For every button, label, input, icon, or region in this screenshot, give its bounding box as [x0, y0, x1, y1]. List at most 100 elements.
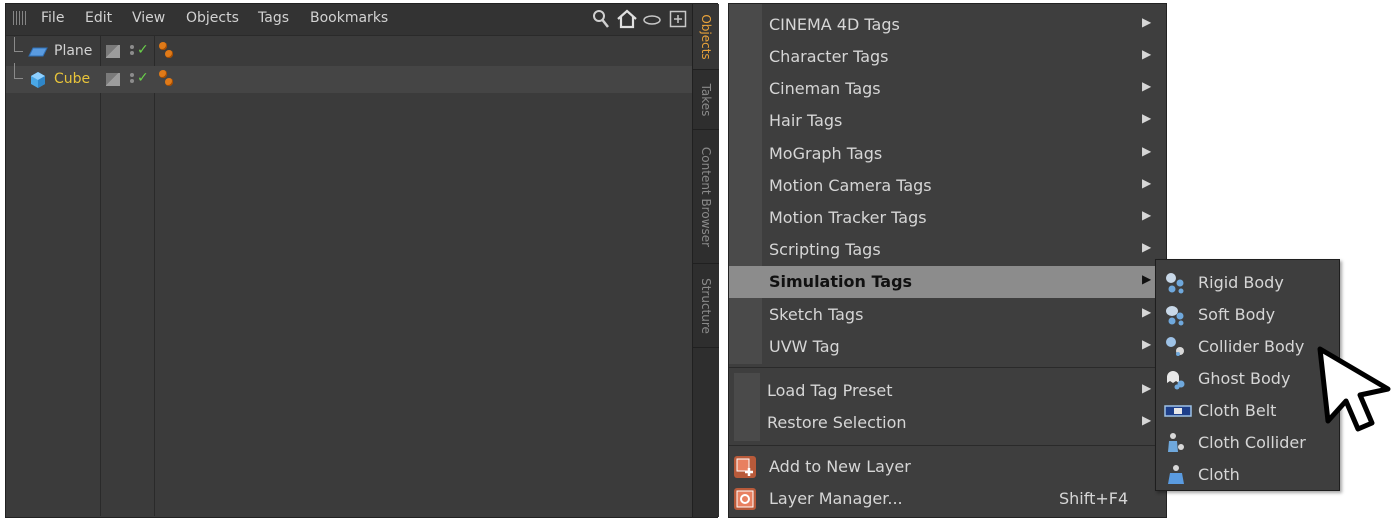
menu-item-load-tag-preset[interactable]: Load Tag Preset ▶ — [729, 375, 1166, 407]
menu-tags[interactable]: Tags — [258, 10, 289, 26]
menu-item-label: Character Tags — [769, 47, 889, 66]
submenu-arrow-icon: ▶ — [1142, 208, 1152, 222]
menu-item-label: Add to New Layer — [769, 457, 911, 476]
material-tag-icon[interactable] — [159, 70, 167, 78]
rigid-body-icon — [1164, 271, 1188, 295]
submenu-arrow-icon: ▶ — [1142, 15, 1152, 29]
menu-item-add-to-new-layer[interactable]: Add to New Layer — [729, 451, 1166, 483]
menu-item-label: Scripting Tags — [769, 240, 881, 259]
menu-item-label: Sketch Tags — [769, 305, 864, 324]
menu-item-label: Motion Camera Tags — [769, 176, 932, 195]
search-icon[interactable] — [592, 9, 610, 33]
tags-context-menu: CINEMA 4D Tags ▶ Character Tags ▶ Cineman … — [728, 3, 1167, 518]
submenu-arrow-icon: ▶ — [1142, 381, 1152, 395]
tree-line — [14, 63, 23, 79]
tab-content-browser-label: Content Browser — [699, 146, 713, 247]
ghost-body-icon — [1164, 367, 1188, 391]
menu-edit[interactable]: Edit — [85, 10, 112, 26]
vertical-tab-bar: Objects Takes Content Browser Structure — [692, 4, 719, 517]
menu-item-cineman-tags[interactable]: Cineman Tags ▶ — [729, 73, 1166, 105]
menu-file[interactable]: File — [41, 10, 64, 26]
object-row-cube[interactable]: Cube ✓ — [6, 63, 692, 93]
layer-toggle-icon[interactable] — [106, 45, 120, 58]
submenu-item-cloth-belt[interactable]: Cloth Belt — [1156, 395, 1339, 427]
menu-view[interactable]: View — [132, 10, 165, 26]
cloth-belt-icon — [1164, 399, 1192, 423]
submenu-item-label: Cloth — [1198, 465, 1240, 484]
submenu-item-collider-body[interactable]: Collider Body — [1156, 331, 1339, 363]
simulation-tags-submenu: Rigid Body Soft Body Collider Body Ghost… — [1155, 259, 1340, 491]
submenu-arrow-icon: ▶ — [1142, 272, 1152, 286]
submenu-item-rigid-body[interactable]: Rigid Body — [1156, 267, 1339, 299]
menu-item-label: MoGraph Tags — [769, 144, 883, 163]
menu-item-layer-manager[interactable]: Layer Manager... Shift+F4 — [729, 483, 1166, 515]
home-icon[interactable] — [616, 9, 638, 33]
enabled-check-icon[interactable]: ✓ — [137, 42, 149, 58]
menu-item-restore-selection[interactable]: Restore Selection ▶ — [729, 407, 1166, 439]
menu-item-motion-tracker-tags[interactable]: Motion Tracker Tags ▶ — [729, 202, 1166, 234]
object-list: Plane ✓ Cube ✓ — [6, 36, 692, 516]
submenu-item-soft-body[interactable]: Soft Body — [1156, 299, 1339, 331]
submenu-item-label: Cloth Belt — [1198, 401, 1277, 420]
menu-item-label: Hair Tags — [769, 111, 843, 130]
enabled-check-icon[interactable]: ✓ — [137, 70, 149, 86]
material-tag-icon[interactable] — [165, 50, 173, 58]
new-window-icon[interactable] — [669, 9, 687, 33]
material-tag-icon[interactable] — [159, 42, 167, 50]
tab-takes[interactable]: Takes — [693, 70, 719, 130]
visibility-dots-icon[interactable] — [130, 45, 134, 57]
submenu-item-label: Cloth Collider — [1198, 433, 1306, 452]
menu-item-character-tags[interactable]: Character Tags ▶ — [729, 41, 1166, 73]
layer-manager-icon — [734, 488, 756, 510]
submenu-item-label: Collider Body — [1198, 337, 1305, 356]
object-name-plane[interactable]: Plane — [54, 43, 92, 59]
plane-icon — [28, 44, 48, 63]
panel-grip-icon[interactable] — [13, 11, 27, 25]
menu-item-sketch-tags[interactable]: Sketch Tags ▶ — [729, 299, 1166, 331]
menu-item-mograph-tags[interactable]: MoGraph Tags ▶ — [729, 138, 1166, 170]
menu-bookmarks[interactable]: Bookmarks — [310, 10, 388, 26]
menu-separator — [729, 367, 1166, 368]
submenu-arrow-icon: ▶ — [1142, 305, 1152, 319]
menu-item-scripting-tags[interactable]: Scripting Tags ▶ — [729, 234, 1166, 266]
tab-objects-label: Objects — [699, 13, 713, 60]
menu-item-hair-tags[interactable]: Hair Tags ▶ — [729, 105, 1166, 137]
menu-item-cinema4d-tags[interactable]: CINEMA 4D Tags ▶ — [729, 9, 1166, 41]
visibility-dots-icon[interactable] — [130, 73, 134, 85]
shortcut-label: Shift+F4 — [1059, 489, 1129, 508]
cloth-collider-icon — [1164, 431, 1188, 455]
menu-item-label: UVW Tag — [769, 337, 840, 356]
menu-separator — [729, 445, 1166, 446]
cube-icon — [29, 71, 47, 93]
view-icon[interactable] — [643, 9, 661, 33]
submenu-arrow-icon: ▶ — [1142, 79, 1152, 93]
submenu-item-label: Rigid Body — [1198, 273, 1284, 292]
menu-item-uvw-tag[interactable]: UVW Tag ▶ — [729, 331, 1166, 363]
object-name-cube[interactable]: Cube — [54, 71, 90, 87]
menu-item-label: Motion Tracker Tags — [769, 208, 927, 227]
tab-structure-label: Structure — [699, 277, 713, 334]
collider-body-icon — [1164, 335, 1188, 359]
submenu-item-cloth-collider[interactable]: Cloth Collider — [1156, 427, 1339, 459]
layer-toggle-icon[interactable] — [106, 73, 120, 86]
tab-objects[interactable]: Objects — [693, 4, 719, 70]
menu-item-label: Restore Selection — [767, 413, 907, 432]
soft-body-icon — [1164, 303, 1188, 327]
menu-objects[interactable]: Objects — [186, 10, 239, 26]
menu-item-label: Simulation Tags — [769, 272, 913, 291]
tab-content-browser[interactable]: Content Browser — [693, 130, 719, 264]
submenu-item-ghost-body[interactable]: Ghost Body — [1156, 363, 1339, 395]
submenu-arrow-icon: ▶ — [1142, 111, 1152, 125]
material-tag-icon[interactable] — [165, 78, 173, 86]
submenu-item-cloth[interactable]: Cloth — [1156, 459, 1339, 491]
submenu-arrow-icon: ▶ — [1142, 337, 1152, 351]
object-row-plane[interactable]: Plane ✓ — [6, 37, 692, 65]
object-manager-panel: File Edit View Objects Tags Bookmarks Ob… — [5, 3, 719, 518]
tab-structure[interactable]: Structure — [693, 264, 719, 348]
tree-line — [14, 37, 23, 52]
cloth-icon — [1164, 463, 1188, 487]
menu-item-simulation-tags[interactable]: Simulation Tags ▶ — [729, 266, 1166, 298]
menu-item-label: Load Tag Preset — [767, 381, 893, 400]
menu-item-motion-camera-tags[interactable]: Motion Camera Tags ▶ — [729, 170, 1166, 202]
submenu-arrow-icon: ▶ — [1142, 176, 1152, 190]
